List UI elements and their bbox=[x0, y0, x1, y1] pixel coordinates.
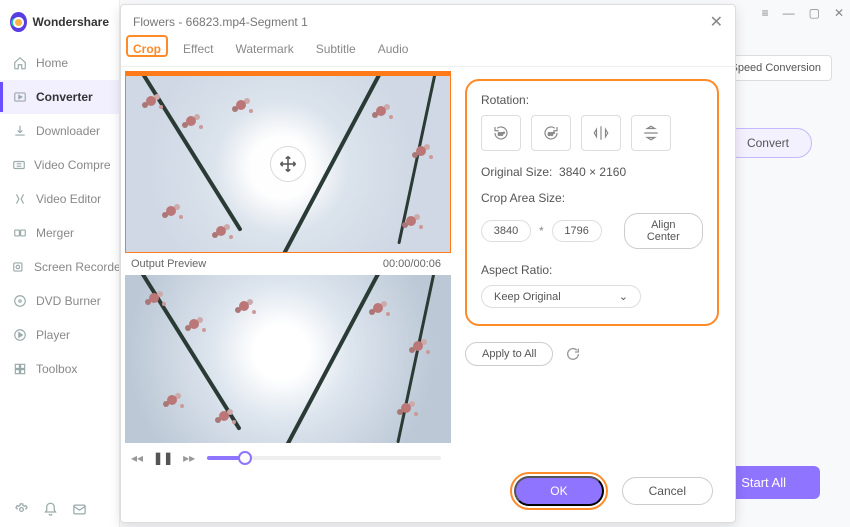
app-logo: Wondershare bbox=[0, 0, 119, 44]
rotate-ccw-button[interactable]: 90° bbox=[481, 115, 521, 151]
record-icon bbox=[12, 259, 26, 275]
sidebar-item-dvd[interactable]: DVD Burner bbox=[0, 284, 119, 318]
sidebar-footer bbox=[0, 502, 119, 517]
editor-tabs: Crop Effect Watermark Subtitle Audio bbox=[121, 32, 735, 67]
crop-height-input[interactable] bbox=[552, 220, 602, 242]
original-size-value: 3840 × 2160 bbox=[559, 165, 626, 179]
compress-icon bbox=[12, 157, 26, 173]
menu-icon[interactable]: ≡ bbox=[762, 6, 769, 20]
settings-icon[interactable] bbox=[14, 502, 29, 517]
sidebar-item-label: Player bbox=[36, 328, 70, 342]
apply-to-all-button[interactable]: Apply to All bbox=[465, 342, 553, 366]
home-icon bbox=[12, 55, 28, 71]
flip-horizontal-button[interactable] bbox=[581, 115, 621, 151]
pause-icon[interactable]: ❚❚ bbox=[153, 451, 173, 465]
flip-vertical-button[interactable] bbox=[631, 115, 671, 151]
sidebar-item-home[interactable]: Home bbox=[0, 46, 119, 80]
sidebar-item-label: DVD Burner bbox=[36, 294, 101, 308]
modal-title: Flowers - 66823.mp4-Segment 1 bbox=[133, 15, 308, 29]
sidebar-item-editor[interactable]: Video Editor bbox=[0, 182, 119, 216]
player-icon bbox=[12, 327, 28, 343]
svg-text:90°: 90° bbox=[548, 131, 555, 136]
sidebar-item-player[interactable]: Player bbox=[0, 318, 119, 352]
output-preview bbox=[125, 275, 451, 443]
sidebar-item-compressor[interactable]: Video Compre bbox=[0, 148, 119, 182]
rotation-label: Rotation: bbox=[481, 93, 703, 107]
tab-effect[interactable]: Effect bbox=[183, 42, 213, 66]
sidebar-item-recorder[interactable]: Screen Recorde bbox=[0, 250, 119, 284]
chevron-down-icon: ⌄ bbox=[619, 290, 628, 303]
sidebar-item-label: Home bbox=[36, 56, 68, 70]
window-controls: ≡ — ▢ ✕ bbox=[762, 6, 844, 20]
close-app-icon[interactable]: ✕ bbox=[834, 6, 844, 20]
sidebar-item-label: Toolbox bbox=[36, 362, 77, 376]
sidebar-item-label: Video Compre bbox=[34, 158, 111, 172]
next-icon[interactable]: ▸▸ bbox=[183, 451, 195, 465]
merger-icon bbox=[12, 225, 28, 241]
speed-conversion-button[interactable]: Speed Conversion bbox=[719, 55, 832, 81]
prev-icon[interactable]: ◂◂ bbox=[131, 451, 143, 465]
crop-width-input[interactable] bbox=[481, 220, 531, 242]
crop-preview[interactable]: ➤ bbox=[125, 71, 451, 253]
notifications-icon[interactable] bbox=[43, 502, 58, 517]
tab-subtitle[interactable]: Subtitle bbox=[316, 42, 356, 66]
aspect-ratio-label: Aspect Ratio: bbox=[481, 263, 703, 277]
crop-settings: Rotation: 90° 90° Original Size: 3840 × … bbox=[449, 67, 735, 465]
logo-icon bbox=[10, 12, 27, 32]
reset-icon[interactable] bbox=[565, 346, 581, 362]
downloader-icon bbox=[12, 123, 28, 139]
app-name: Wondershare bbox=[33, 15, 109, 29]
sidebar: Wondershare Home Converter Downloader Vi… bbox=[0, 0, 120, 527]
move-handle-icon[interactable] bbox=[271, 147, 305, 181]
editor-icon bbox=[12, 191, 28, 207]
sidebar-item-label: Merger bbox=[36, 226, 74, 240]
timecode: 00:00/00:06 bbox=[383, 258, 441, 270]
aspect-ratio-select[interactable]: Keep Original ⌄ bbox=[481, 285, 641, 308]
sidebar-item-label: Video Editor bbox=[36, 192, 101, 206]
multiply-symbol: * bbox=[539, 224, 544, 238]
minimize-icon[interactable]: — bbox=[783, 6, 795, 20]
crop-area-label: Crop Area Size: bbox=[481, 191, 703, 205]
playback-controls: ◂◂ ❚❚ ▸▸ bbox=[123, 443, 449, 465]
original-size-label: Original Size: bbox=[481, 165, 552, 179]
sidebar-item-merger[interactable]: Merger bbox=[0, 216, 119, 250]
sidebar-item-converter[interactable]: Converter bbox=[0, 80, 119, 114]
rotate-cw-button[interactable]: 90° bbox=[531, 115, 571, 151]
ok-button[interactable]: OK bbox=[514, 476, 603, 506]
output-preview-label: Output Preview bbox=[131, 258, 206, 270]
tab-audio[interactable]: Audio bbox=[378, 42, 409, 66]
tab-watermark[interactable]: Watermark bbox=[235, 42, 293, 66]
sidebar-item-label: Screen Recorde bbox=[34, 260, 119, 274]
close-icon[interactable]: ✕ bbox=[710, 12, 723, 32]
aspect-ratio-value: Keep Original bbox=[494, 291, 561, 303]
converter-icon bbox=[12, 89, 28, 105]
sidebar-nav: Home Converter Downloader Video Compre V… bbox=[0, 44, 119, 386]
svg-text:90°: 90° bbox=[498, 131, 505, 136]
align-center-button[interactable]: Align Center bbox=[624, 213, 703, 249]
modal-footer: OK Cancel bbox=[121, 465, 735, 522]
preview-column: ➤ Output Preview 00:00/00:06 ◂◂ ❚ bbox=[121, 67, 449, 465]
sidebar-item-label: Converter bbox=[36, 90, 93, 104]
convert-button[interactable]: Convert bbox=[724, 128, 812, 158]
toolbox-icon bbox=[12, 361, 28, 377]
sidebar-item-downloader[interactable]: Downloader bbox=[0, 114, 119, 148]
maximize-icon[interactable]: ▢ bbox=[809, 6, 820, 20]
sidebar-item-label: Downloader bbox=[36, 124, 100, 138]
sidebar-item-toolbox[interactable]: Toolbox bbox=[0, 352, 119, 386]
cancel-button[interactable]: Cancel bbox=[622, 477, 713, 505]
tab-crop[interactable]: Crop bbox=[133, 42, 161, 66]
crop-editor-modal: Flowers - 66823.mp4-Segment 1 ✕ Crop Eff… bbox=[120, 4, 736, 523]
dvd-icon bbox=[12, 293, 28, 309]
mail-icon[interactable] bbox=[72, 502, 87, 517]
annotation-highlight: OK bbox=[510, 472, 607, 510]
settings-panel: Rotation: 90° 90° Original Size: 3840 × … bbox=[465, 79, 719, 326]
progress-slider[interactable] bbox=[207, 456, 441, 460]
